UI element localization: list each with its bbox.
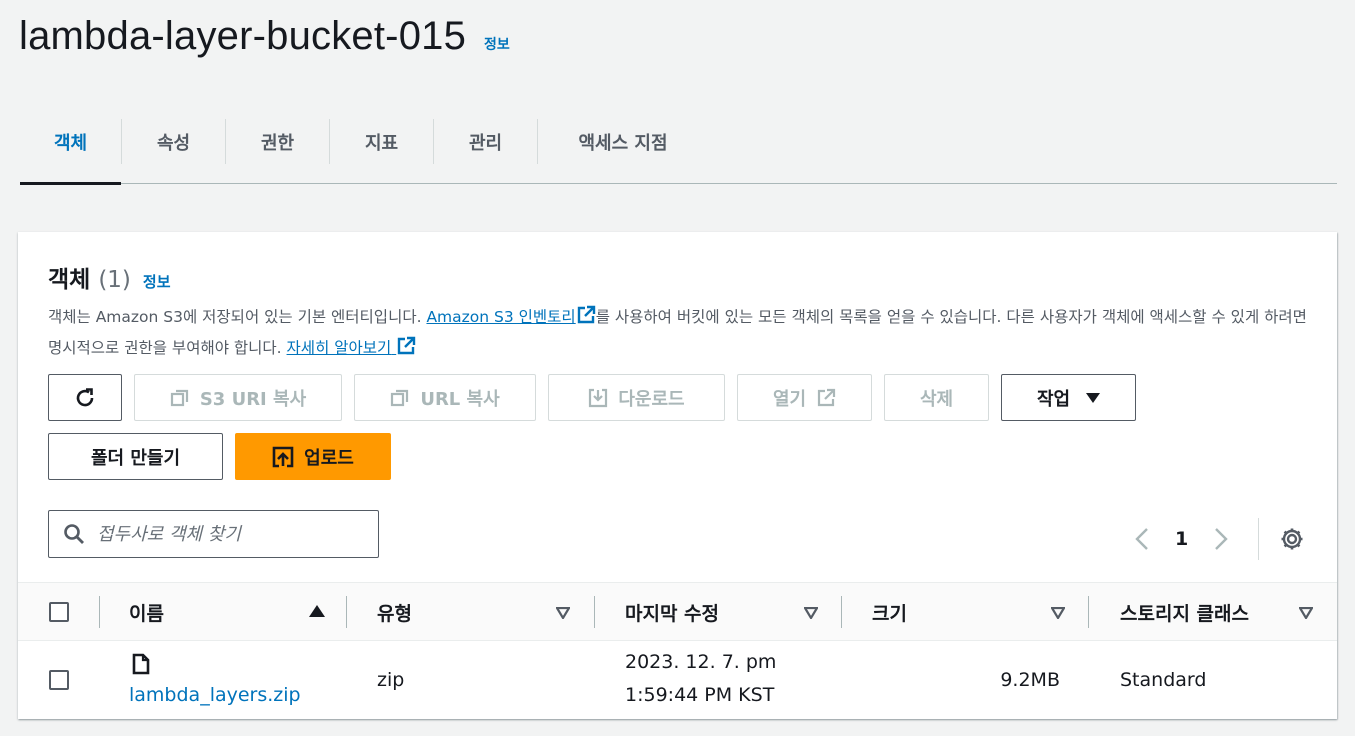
tab-permissions[interactable]: 권한	[226, 100, 329, 184]
open-label: 열기	[772, 388, 807, 410]
pagination: 1	[1135, 518, 1305, 560]
delete-button[interactable]: 삭제	[884, 374, 989, 421]
panel-header: 객체 (1) 정보	[48, 260, 171, 294]
actions-dropdown[interactable]: 작업	[1001, 374, 1136, 421]
learn-more-link[interactable]: 자세히 알아보기	[286, 336, 417, 357]
column-header-name[interactable]: 이름	[129, 583, 164, 642]
refresh-icon	[76, 387, 94, 406]
sort-icon[interactable]	[804, 607, 818, 619]
column-divider	[346, 596, 347, 628]
tab-access-points[interactable]: 액세스 지점	[538, 100, 708, 184]
object-modified-time: 1:59:44 PM KST	[625, 684, 775, 706]
table-row: lambda_layers.zip zip 2023. 12. 7. pm 1:…	[18, 641, 1337, 719]
column-header-storage-class[interactable]: 스토리지 클래스	[1120, 583, 1249, 642]
inventory-link-label: Amazon S3 인벤토리	[426, 308, 576, 326]
tab-metrics[interactable]: 지표	[330, 100, 433, 184]
object-storage-class: Standard	[1120, 669, 1207, 691]
description-text: 객체는 Amazon S3에 저장되어 있는 기본 엔터티입니다.	[48, 308, 427, 326]
object-name-link[interactable]: lambda_layers.zip	[129, 684, 301, 706]
sort-icon[interactable]	[556, 607, 570, 619]
current-page[interactable]: 1	[1175, 528, 1188, 550]
copy-url-button[interactable]: URL 복사	[354, 374, 536, 421]
panel-title: 객체	[48, 267, 91, 293]
search-input[interactable]	[97, 523, 357, 545]
chevron-right-icon[interactable]	[1214, 527, 1228, 551]
search-icon	[64, 524, 84, 544]
copy-url-label: URL 복사	[420, 388, 500, 410]
copy-icon	[170, 389, 188, 406]
info-link[interactable]: 정보	[484, 34, 510, 54]
inventory-link[interactable]: Amazon S3 인벤토리	[426, 305, 595, 326]
copy-s3-uri-label: S3 URI 복사	[199, 388, 307, 410]
column-divider	[1088, 596, 1089, 628]
external-link-icon	[577, 305, 595, 324]
upload-icon	[272, 446, 294, 467]
external-link-icon	[398, 336, 416, 355]
tab-objects[interactable]: 객체	[20, 100, 121, 185]
tab-properties[interactable]: 속성	[122, 100, 225, 184]
column-divider	[99, 596, 100, 628]
download-button[interactable]: 다운로드	[548, 374, 725, 421]
object-size: 9.2MB	[1000, 669, 1060, 691]
file-icon	[132, 653, 150, 675]
copy-s3-uri-button[interactable]: S3 URI 복사	[134, 374, 342, 421]
gear-icon[interactable]	[1279, 526, 1305, 552]
object-modified-date: 2023. 12. 7. pm	[625, 651, 777, 673]
panel-description: 객체는 Amazon S3에 저장되어 있는 기본 엔터티입니다. Amazon…	[48, 302, 1308, 364]
table-header: 이름 유형 마지막 수정 크기 스토리지 클래스	[18, 582, 1337, 641]
sort-ascending-icon[interactable]	[309, 605, 325, 617]
objects-panel: 객체 (1) 정보 객체는 Amazon S3에 저장되어 있는 기본 엔터티입…	[18, 232, 1337, 719]
select-all-checkbox[interactable]	[49, 602, 69, 622]
page-title-area: lambda-layer-bucket-015 정보	[19, 14, 510, 59]
sort-icon[interactable]	[1299, 607, 1313, 619]
sort-icon[interactable]	[1051, 607, 1065, 619]
page-title: lambda-layer-bucket-015	[19, 14, 467, 58]
column-divider	[841, 596, 842, 628]
upload-label: 업로드	[304, 447, 354, 469]
open-button[interactable]: 열기	[737, 374, 872, 421]
delete-label: 삭제	[919, 388, 954, 410]
row-checkbox[interactable]	[49, 670, 69, 690]
create-folder-button[interactable]: 폴더 만들기	[48, 433, 223, 480]
tab-bar: 객체 속성 권한 지표 관리 액세스 지점	[20, 100, 1337, 185]
column-header-size[interactable]: 크기	[872, 583, 907, 642]
download-icon	[589, 388, 608, 407]
object-count: (1)	[98, 267, 131, 293]
column-divider	[594, 596, 595, 628]
column-header-type[interactable]: 유형	[377, 583, 412, 642]
caret-down-icon	[1086, 392, 1101, 403]
refresh-button[interactable]	[48, 374, 122, 421]
create-folder-label: 폴더 만들기	[90, 447, 181, 469]
external-link-icon	[817, 388, 836, 406]
chevron-left-icon[interactable]	[1135, 527, 1149, 551]
upload-button[interactable]: 업로드	[235, 433, 391, 480]
pagination-divider	[1258, 518, 1260, 560]
actions-label: 작업	[1036, 388, 1071, 410]
tab-management[interactable]: 관리	[434, 100, 537, 184]
column-header-last-modified[interactable]: 마지막 수정	[625, 583, 719, 642]
learn-more-label: 자세히 알아보기	[286, 339, 392, 357]
search-box[interactable]	[48, 510, 379, 558]
copy-icon	[391, 389, 409, 406]
panel-info-link[interactable]: 정보	[143, 271, 171, 292]
download-label: 다운로드	[618, 388, 685, 410]
object-type: zip	[377, 669, 405, 691]
